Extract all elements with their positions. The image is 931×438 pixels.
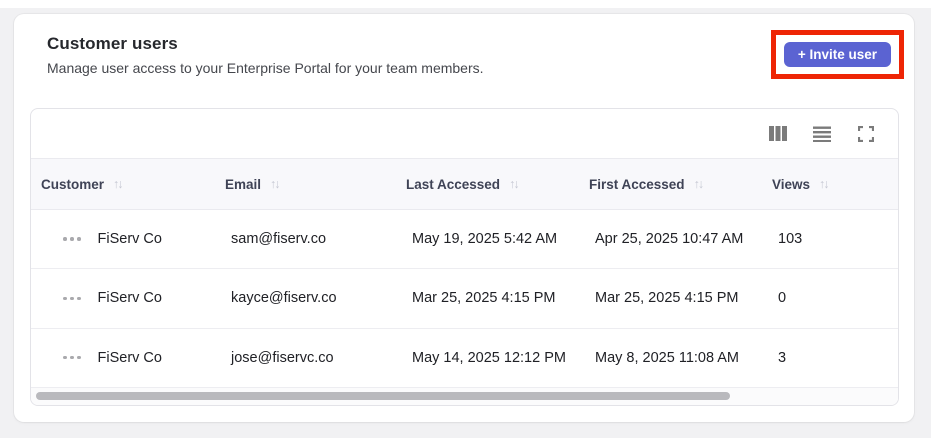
page-subtitle: Manage user access to your Enterprise Po… — [47, 60, 484, 76]
last-accessed-cell: Mar 25, 2025 4:15 PM — [412, 290, 556, 307]
views-cell: 103 — [778, 231, 803, 248]
sort-icon[interactable]: ↑↓ — [819, 177, 830, 191]
invite-user-button[interactable]: + Invite user — [783, 42, 891, 67]
customer-name: FiServ Co — [97, 290, 162, 307]
first-accessed-cell: Mar 25, 2025 4:15 PM — [595, 290, 739, 307]
email-cell: jose@fiservc.co — [231, 349, 334, 366]
column-header-label: First Accessed — [589, 176, 685, 192]
column-header-label: Email — [225, 176, 262, 192]
column-header-email[interactable]: Email ↑↓ — [215, 177, 396, 192]
annotation-highlight-box: + Invite user — [770, 30, 904, 79]
views-cell: 3 — [778, 349, 787, 366]
scrollbar-thumb[interactable] — [36, 392, 730, 401]
column-header-label: Views — [772, 176, 811, 192]
horizontal-scrollbar[interactable] — [31, 387, 898, 405]
column-header-label: Customer — [41, 176, 105, 192]
sort-icon[interactable]: ↑↓ — [113, 177, 124, 191]
table-toolbar — [31, 109, 898, 158]
page-title: Customer users — [47, 34, 178, 53]
card-header-text: Customer users Manage user access to you… — [47, 31, 484, 76]
customer-cell: FiServ Co — [31, 350, 215, 366]
last-accessed-cell: May 19, 2025 5:42 AM — [412, 231, 558, 248]
views-cell: 0 — [778, 290, 787, 307]
fullscreen-icon[interactable] — [856, 124, 876, 144]
email-cell: sam@fiserv.co — [231, 231, 327, 248]
density-icon[interactable] — [812, 124, 832, 144]
columns-icon[interactable] — [768, 124, 788, 144]
last-accessed-cell: May 14, 2025 12:12 PM — [412, 349, 566, 366]
column-header-last-accessed[interactable]: Last Accessed ↑↓ — [396, 177, 579, 192]
page-top-strip — [0, 0, 931, 8]
sort-icon[interactable]: ↑↓ — [694, 177, 705, 191]
column-header-label: Last Accessed — [406, 176, 501, 192]
customer-users-card: Customer users Manage user access to you… — [14, 14, 914, 422]
customer-name: FiServ Co — [97, 231, 162, 248]
row-actions-ellipsis-icon[interactable] — [61, 234, 83, 244]
customer-cell: FiServ Co — [31, 231, 215, 247]
table-row[interactable]: FiServ Co kayce@fiserv.co Mar 25, 2025 4… — [31, 269, 898, 329]
users-table: Customer ↑↓ Email ↑↓ Last Accessed ↑↓ Fi… — [30, 108, 899, 406]
card-header: Customer users Manage user access to you… — [14, 14, 914, 79]
first-accessed-cell: Apr 25, 2025 10:47 AM — [595, 231, 744, 248]
row-actions-ellipsis-icon[interactable] — [61, 353, 83, 363]
first-accessed-cell: May 8, 2025 11:08 AM — [595, 349, 740, 366]
customer-cell: FiServ Co — [31, 290, 215, 306]
table-row[interactable]: FiServ Co sam@fiserv.co May 19, 2025 5:4… — [31, 210, 898, 270]
sort-icon[interactable]: ↑↓ — [270, 177, 281, 191]
table-header-row: Customer ↑↓ Email ↑↓ Last Accessed ↑↓ Fi… — [31, 158, 898, 210]
column-header-first-accessed[interactable]: First Accessed ↑↓ — [579, 177, 762, 192]
column-header-views[interactable]: Views ↑↓ — [762, 177, 898, 192]
row-actions-ellipsis-icon[interactable] — [61, 294, 83, 304]
sort-icon[interactable]: ↑↓ — [509, 177, 520, 191]
email-cell: kayce@fiserv.co — [231, 290, 337, 307]
customer-name: FiServ Co — [97, 349, 162, 366]
column-header-customer[interactable]: Customer ↑↓ — [31, 177, 215, 192]
table-row[interactable]: FiServ Co jose@fiservc.co May 14, 2025 1… — [31, 328, 898, 388]
